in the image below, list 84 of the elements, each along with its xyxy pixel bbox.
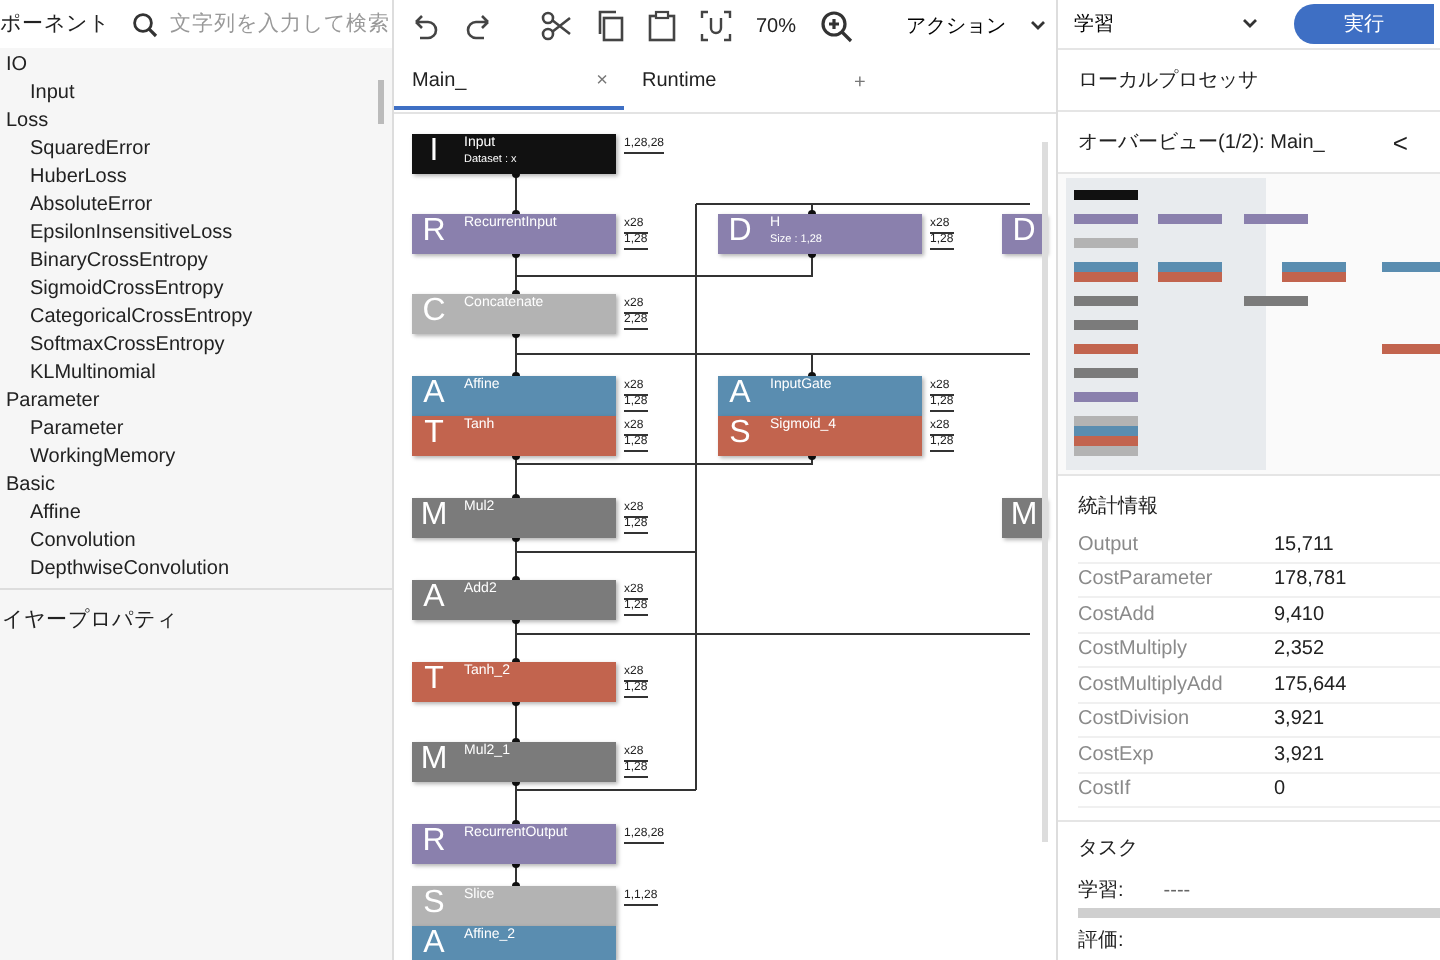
zoom-in-icon[interactable] — [820, 9, 855, 43]
category-item[interactable]: Loss — [0, 108, 392, 136]
stat-value: 3,921 — [1274, 708, 1325, 731]
stat-label: CostAdd — [1078, 603, 1157, 626]
component-item[interactable]: WorkingMemory — [0, 444, 392, 472]
stat-label: CostParameter — [1078, 568, 1215, 591]
layer-letter: A — [421, 376, 447, 412]
layer-letter: R — [420, 824, 448, 860]
layer-node[interactable]: D — [1002, 214, 1046, 254]
stat-label: CostDivision — [1078, 708, 1192, 731]
mode-dropdown[interactable]: 学習 — [1074, 10, 1274, 38]
zoom-level: 70% — [756, 15, 797, 37]
tab-label: Main_ — [412, 69, 467, 91]
layer-letter: T — [422, 416, 446, 452]
close-tab-button[interactable]: × — [596, 69, 608, 91]
stat-value: 175,644 — [1274, 673, 1347, 696]
layer-letter: A — [421, 926, 447, 960]
component-item[interactable]: Input — [0, 80, 392, 108]
section-title: 統計情報 — [1078, 493, 1160, 522]
category-item[interactable]: IO — [0, 52, 392, 80]
task-label: 評価: — [1078, 927, 1124, 954]
section-title: タスク — [1078, 836, 1140, 864]
layer-letter: D — [726, 214, 754, 250]
component-item[interactable]: EpsilonInsensitiveLoss — [0, 220, 392, 248]
tab[interactable]: Runtime — [624, 54, 854, 110]
stat-label: CostMultiplyAdd — [1078, 673, 1225, 696]
category-item[interactable]: Basic — [0, 472, 392, 500]
search-field[interactable]: 文字列を入力して検索 — [132, 11, 390, 37]
stat-label: CostExp — [1078, 743, 1156, 766]
action-dropdown[interactable]: アクション — [906, 12, 1047, 40]
component-item[interactable]: KLMultinomial — [0, 360, 392, 388]
tab[interactable]: Main_ × — [394, 54, 624, 110]
layer-letter: S — [421, 886, 447, 922]
stat-label: CostIf — [1078, 778, 1133, 801]
component-item[interactable]: CategoricalCrossEntropy — [0, 304, 392, 332]
layer-letter: D — [1010, 214, 1038, 250]
component-item[interactable]: Affine — [0, 500, 392, 528]
processor-label: ローカルプロセッサ — [1058, 50, 1440, 112]
collapse-button[interactable]: < — [1392, 127, 1408, 157]
overview-title: オーバービュー(1/2): Main_ — [1078, 130, 1325, 156]
run-button[interactable]: 実行 — [1294, 4, 1434, 44]
stat-value: 15,711 — [1274, 533, 1334, 556]
task-status: ---- — [1163, 879, 1191, 901]
stat-value: 0 — [1274, 778, 1286, 801]
panel-title: ポーネント — [0, 10, 112, 38]
scrollbar[interactable] — [1042, 142, 1048, 842]
panel-title: イヤープロパティ — [0, 606, 180, 634]
layer-letter: M — [418, 498, 450, 534]
layer-letter: I — [427, 134, 441, 170]
layer-letter: T — [422, 662, 446, 698]
component-item[interactable]: HuberLoss — [0, 164, 392, 192]
category-item[interactable]: Parameter — [0, 388, 392, 416]
chevron-down-icon — [1242, 18, 1258, 30]
unit-icon[interactable] — [700, 10, 732, 42]
scrollbar[interactable] — [378, 80, 384, 124]
stat-label: Output — [1078, 533, 1141, 556]
stat-value: 9,410 — [1274, 603, 1325, 626]
stat-value: 2,352 — [1274, 638, 1325, 661]
add-tab-button[interactable]: + — [854, 71, 866, 93]
tab-label: Runtime — [642, 69, 717, 91]
overview-minimap-drawing[interactable] — [1058, 174, 1440, 476]
component-item[interactable]: AbsoluteError — [0, 192, 392, 220]
task-label: 学習: — [1078, 878, 1124, 904]
layer-letter: C — [420, 294, 448, 330]
layer-letter: A — [727, 376, 753, 412]
layer-letter: M — [418, 742, 450, 778]
component-item[interactable]: SquaredError — [0, 136, 392, 164]
copy-icon[interactable] — [596, 10, 624, 42]
scissors-icon[interactable] — [540, 10, 572, 42]
component-item[interactable]: DepthwiseConvolution — [0, 556, 392, 584]
component-item[interactable]: BinaryCrossEntropy — [0, 248, 392, 276]
component-item[interactable]: Convolution — [0, 528, 392, 556]
layer-letter: S — [727, 416, 753, 452]
stat-value: 178,781 — [1274, 568, 1347, 591]
component-item[interactable]: SoftmaxCrossEntropy — [0, 332, 392, 360]
component-item[interactable]: SigmoidCrossEntropy — [0, 276, 392, 304]
stat-label: CostMultiply — [1078, 638, 1189, 661]
clipboard-icon[interactable] — [648, 10, 676, 42]
layer-letter: R — [420, 214, 448, 250]
stat-value: 3,921 — [1274, 743, 1325, 766]
chevron-down-icon — [1030, 20, 1047, 32]
search-icon — [132, 11, 158, 37]
component-item[interactable]: Parameter — [0, 416, 392, 444]
layer-letter: A — [421, 580, 447, 616]
